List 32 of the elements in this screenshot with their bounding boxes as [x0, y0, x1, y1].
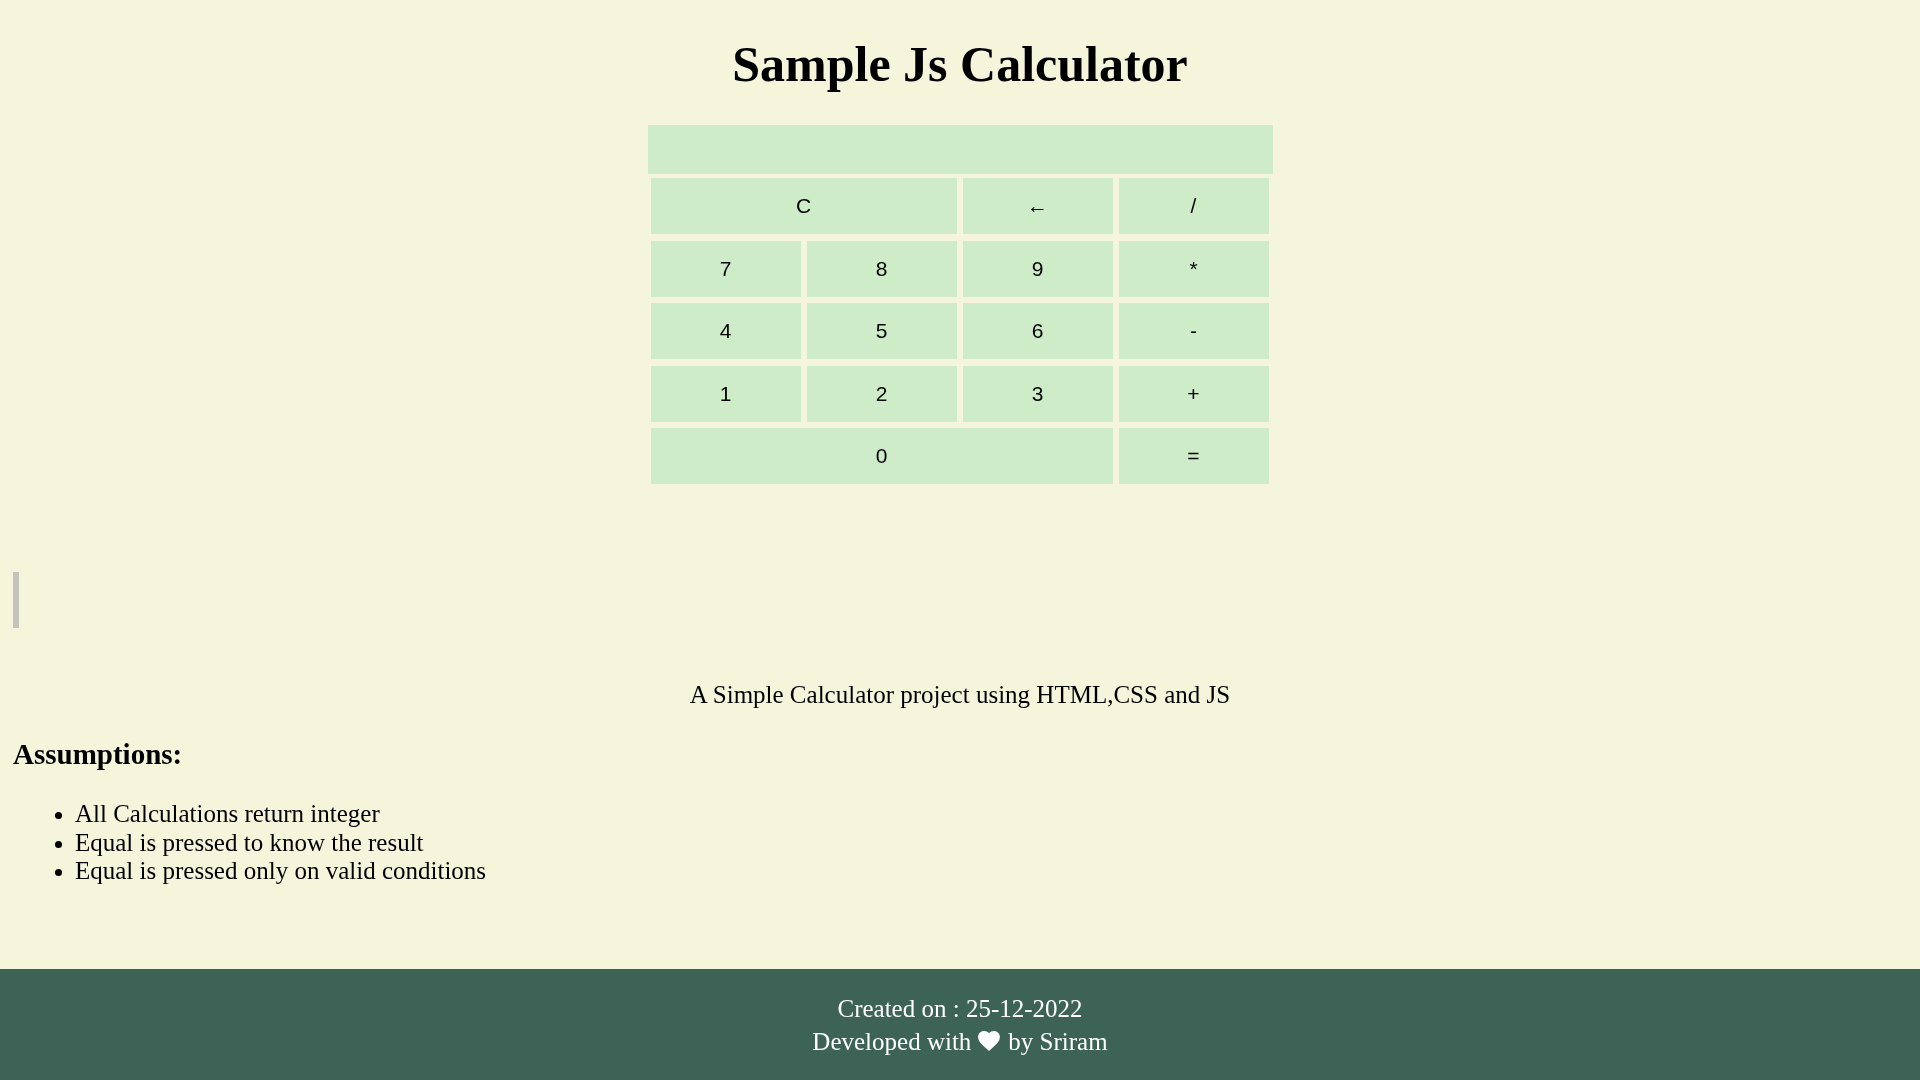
created-date-text: Created on : 25-12-2022 [837, 993, 1083, 1024]
assumption-text: Equal is pressed only on valid conditions [75, 857, 487, 886]
key-button[interactable]: 7 [650, 240, 801, 297]
heart-icon [978, 1031, 1001, 1051]
key-button[interactable]: 4 [650, 303, 801, 359]
vertical-bar [13, 572, 19, 628]
key-button[interactable]: ← [962, 178, 1113, 234]
author-text: by Sriram [1008, 1026, 1108, 1057]
description-text: A Simple Calculator project using HTML,CSS and JS [689, 680, 1231, 709]
assumption-text: Equal is pressed to know the result [75, 828, 424, 857]
key-button[interactable]: 2 [806, 365, 957, 422]
key-button[interactable]: 6 [962, 303, 1113, 359]
bullet-icon [55, 812, 62, 820]
key-button[interactable]: = [1118, 428, 1269, 484]
key-button[interactable]: + [1118, 365, 1269, 422]
bullet-icon [55, 869, 62, 877]
key-button[interactable]: * [1118, 240, 1269, 297]
page-title: Sample Js Calculator [732, 35, 1188, 93]
key-button[interactable]: 5 [806, 303, 957, 359]
display-field[interactable] [647, 125, 1273, 174]
key-button[interactable]: C [650, 178, 957, 234]
key-button[interactable]: / [1118, 178, 1269, 234]
key-button[interactable]: 9 [962, 240, 1113, 297]
key-button[interactable]: - [1118, 303, 1269, 359]
bullet-icon [55, 840, 62, 848]
key-button[interactable]: 3 [962, 365, 1113, 422]
key-button[interactable]: 0 [650, 428, 1113, 484]
assumption-text: All Calculations return integer [75, 800, 380, 829]
key-button[interactable]: 1 [650, 365, 801, 422]
assumptions-heading: Assumptions: [13, 738, 183, 771]
key-button[interactable]: 8 [806, 240, 957, 297]
developed-with-text: Developed with [812, 1026, 972, 1057]
